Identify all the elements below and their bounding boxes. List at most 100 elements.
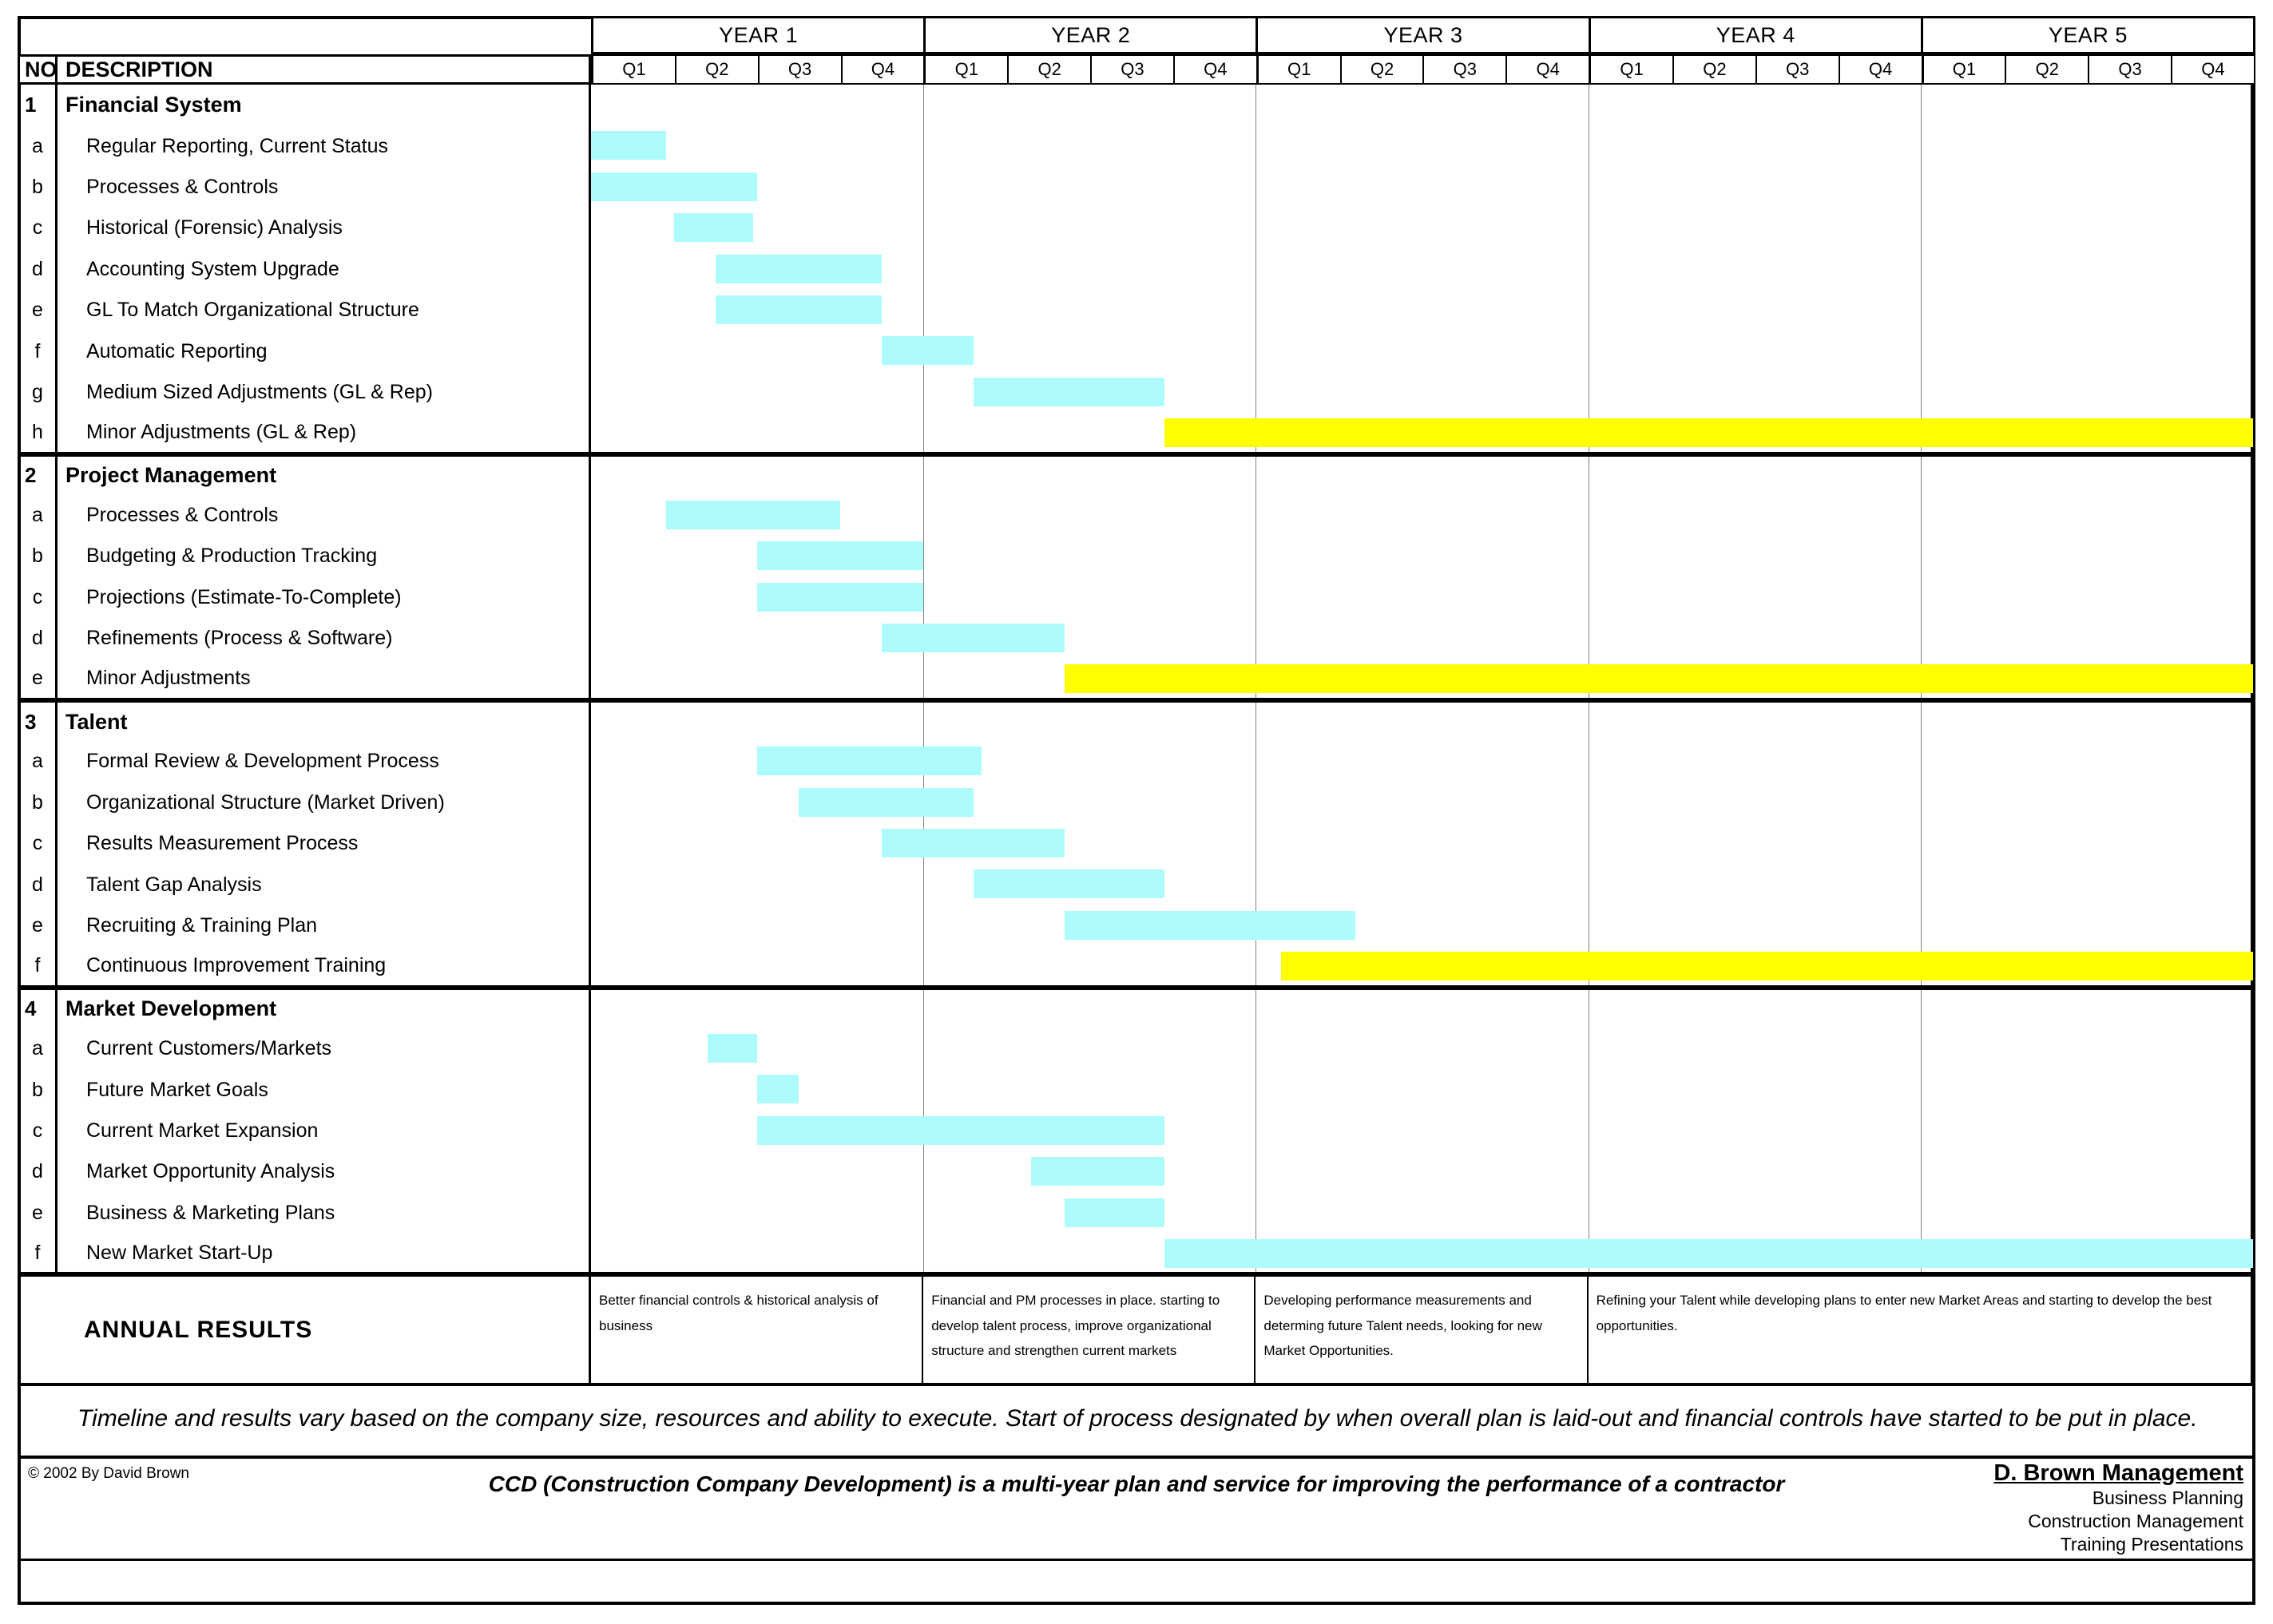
task-name: New Market Start-Up (58, 1233, 591, 1273)
timeline-cell (591, 618, 2253, 660)
quarter-header-cell: Q4 (2171, 54, 2255, 85)
task-row: c Projections (Estimate-To-Complete) (18, 576, 2255, 619)
brand-service-line: Construction Management (2028, 1510, 2243, 1531)
task-name: Results Measurement Process (58, 823, 591, 865)
task-letter: b (18, 1069, 58, 1111)
year-separator-line (923, 864, 925, 905)
quarter-header-cell: Q3 (1422, 54, 1506, 85)
timeline-cell (591, 823, 2253, 865)
gantt-chart-sheet: YEAR 1 YEAR 2 YEAR 3 YEAR 4 YEAR 5 Q1 Q2 Q3 Q4 Q… (0, 0, 2273, 1624)
task-name: Recruiting & Training Plan (58, 905, 591, 947)
year-separator-line (1920, 85, 1922, 126)
year-separator-line (923, 208, 925, 249)
timeline-cell (591, 166, 2253, 208)
year-separator-line (923, 494, 925, 537)
annual-results-label: ANNUAL RESULTS (18, 1277, 591, 1384)
gantt-bar (707, 1033, 758, 1063)
section-row: 1 Financial System (18, 85, 2255, 126)
year-separator-line (1920, 782, 1922, 824)
brand-service-line: Training Presentations (2060, 1533, 2243, 1555)
gantt-bar (757, 1075, 799, 1104)
task-name: GL To Match Organizational Structure (58, 289, 591, 331)
task-row: d Talent Gap Analysis (18, 864, 2255, 905)
year-separator-line (923, 85, 925, 126)
timeline-cell (591, 1192, 2253, 1234)
tagline-text: CCD (Construction Company Development) i… (488, 1471, 1785, 1496)
quarter-header-cell: Q4 (1172, 54, 1256, 85)
task-letter: e (18, 1192, 58, 1234)
year-separator-line (1920, 864, 1922, 905)
task-letter: e (18, 659, 58, 698)
gantt-bar (591, 172, 758, 201)
task-letter: b (18, 536, 58, 577)
timeline-cell (591, 208, 2253, 249)
task-name: Processes & Controls (58, 166, 591, 208)
task-row: f New Market Start-Up (18, 1233, 2255, 1275)
task-row: c Results Measurement Process (18, 823, 2255, 865)
task-row: e GL To Match Organizational Structure (18, 289, 2255, 331)
quarter-header-cell: Q1 (1921, 54, 2005, 85)
section-number: 4 (18, 989, 58, 1028)
column-header-description: DESCRIPTION (58, 54, 591, 85)
quarter-header-cell: Q4 (840, 54, 924, 85)
task-letter: c (18, 823, 58, 865)
year-separator-line (923, 659, 925, 698)
year-separator-line (1920, 1028, 1922, 1070)
section-row: 3 Talent (18, 699, 2255, 742)
year-header-row: YEAR 1 YEAR 2 YEAR 3 YEAR 4 YEAR 5 (591, 16, 2256, 54)
task-row: a Current Customers/Markets (18, 1028, 2255, 1070)
section-name: Talent (58, 702, 591, 742)
quarter-header-cell: Q3 (1755, 54, 1839, 85)
year-separator-line (1920, 702, 1922, 742)
task-name: Regular Reporting, Current Status (58, 125, 591, 167)
section-number: 2 (18, 456, 58, 495)
task-letter: b (18, 166, 58, 208)
task-name: Automatic Reporting (58, 331, 591, 372)
quarter-header-cell: Q4 (1505, 54, 1589, 85)
timeline-cell (591, 413, 2253, 452)
task-row: d Refinements (Process & Software) (18, 618, 2255, 660)
task-name: Future Market Goals (58, 1069, 591, 1111)
year-separator-line (1920, 248, 1922, 290)
year-separator-line (923, 536, 925, 577)
task-name: Current Customers/Markets (58, 1028, 591, 1070)
gantt-bar (716, 254, 883, 283)
task-letter: d (18, 618, 58, 660)
task-row: a Regular Reporting, Current Status (18, 125, 2255, 167)
gantt-bar (1164, 418, 2253, 448)
task-row: f Automatic Reporting (18, 331, 2255, 372)
task-name: Market Opportunity Analysis (58, 1151, 591, 1193)
year-header-cell: YEAR 1 (591, 16, 924, 54)
quarter-header-cell: Q4 (1838, 54, 1922, 85)
task-row: b Budgeting & Production Tracking (18, 536, 2255, 577)
timeline-note-row: Timeline and results vary based on the c… (18, 1386, 2255, 1459)
quarter-header-cell: Q1 (1256, 54, 1340, 85)
annual-results-cell: Refining your Talent while developing pl… (1589, 1277, 2253, 1384)
timeline-cell (591, 248, 2253, 290)
section-name: Market Development (58, 989, 591, 1028)
task-letter: e (18, 289, 58, 331)
timeline-cell (591, 85, 2253, 126)
task-row: f Continuous Improvement Training (18, 946, 2255, 988)
timeline-note-text: Timeline and results vary based on the c… (77, 1405, 2198, 1432)
annual-results-cell: Developing performance measurements and … (1256, 1277, 1589, 1384)
column-header-no: NO (18, 54, 58, 85)
year-separator-line (923, 576, 925, 619)
section-name: Financial System (58, 85, 591, 126)
quarter-header-cell: Q3 (2088, 54, 2172, 85)
year-separator-line (1920, 208, 1922, 249)
task-row: e Business & Marketing Plans (18, 1192, 2255, 1234)
quarter-header-cell: Q1 (923, 54, 1008, 85)
task-name: Budgeting & Production Tracking (58, 536, 591, 577)
task-name: Current Market Expansion (58, 1110, 591, 1152)
task-name: Accounting System Upgrade (58, 248, 591, 290)
copyright-text: © 2002 By David Brown (28, 1464, 189, 1482)
year-separator-line (923, 989, 925, 1028)
section-row: 2 Project Management (18, 454, 2255, 495)
task-name: Minor Adjustments (58, 659, 591, 698)
task-letter: h (18, 413, 58, 452)
timeline-cell (591, 331, 2253, 372)
year-separator-line (923, 1028, 925, 1070)
gantt-bar (665, 500, 841, 529)
gantt-bar (757, 541, 924, 571)
